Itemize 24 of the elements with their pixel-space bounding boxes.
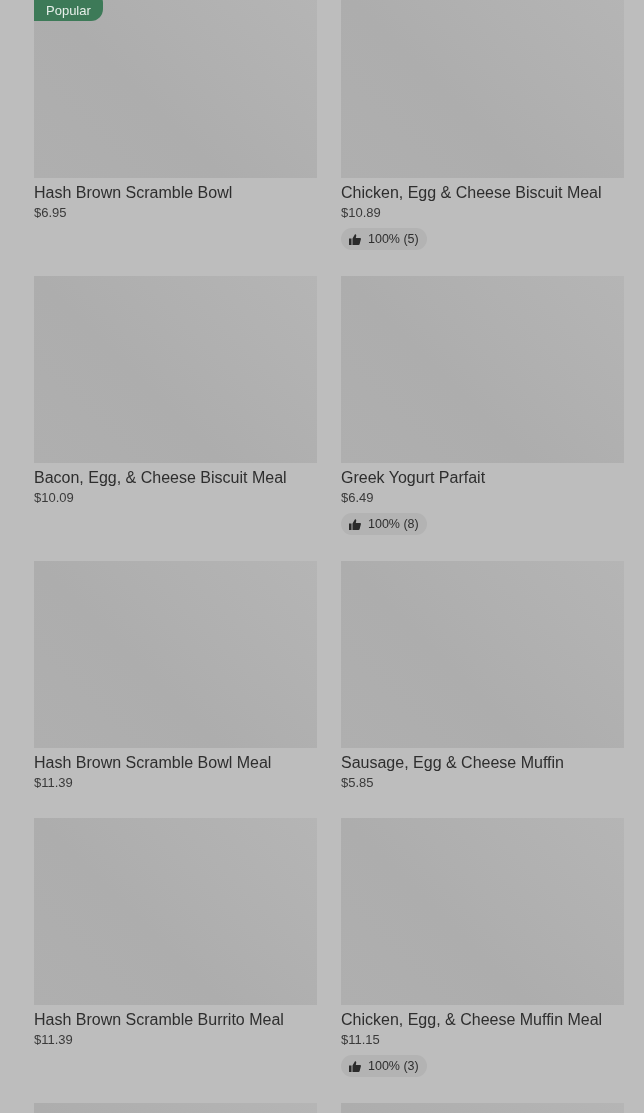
item-name[interactable]: Sausage, Egg & Cheese Muffin xyxy=(341,752,564,774)
item-name[interactable]: Hash Brown Scramble Bowl xyxy=(34,182,233,204)
item-price: $11.15 xyxy=(341,1031,380,1049)
item-name[interactable]: Hash Brown Scramble Bowl Meal xyxy=(34,752,272,774)
rating-text: 100% (8) xyxy=(368,517,419,531)
thumbs-up-icon xyxy=(349,233,361,245)
item-price: $6.49 xyxy=(341,489,374,507)
thumbs-up-icon xyxy=(349,518,361,530)
rating-text: 100% (5) xyxy=(368,232,419,246)
item-price: $10.89 xyxy=(341,204,381,222)
item-price: $5.85 xyxy=(341,774,374,792)
image-placeholder[interactable]: Popular xyxy=(34,0,317,178)
item-name[interactable]: Greek Yogurt Parfait xyxy=(341,467,486,489)
popular-badge: Popular xyxy=(34,0,103,21)
rating-text: 100% (3) xyxy=(368,1059,419,1073)
item-name[interactable]: Hash Brown Scramble Burrito Meal xyxy=(34,1009,284,1031)
item-name[interactable]: Chicken, Egg & Cheese Biscuit Meal xyxy=(341,182,602,204)
item-price: $6.95 xyxy=(34,204,67,222)
item-price: $10.09 xyxy=(34,489,74,507)
thumbs-up-icon xyxy=(349,1060,361,1072)
item-price: $11.39 xyxy=(34,774,73,792)
item-price: $11.39 xyxy=(34,1031,73,1049)
item-name[interactable]: Bacon, Egg, & Cheese Biscuit Meal xyxy=(34,467,287,489)
item-name[interactable]: Chicken, Egg, & Cheese Muffin Meal xyxy=(341,1009,603,1031)
